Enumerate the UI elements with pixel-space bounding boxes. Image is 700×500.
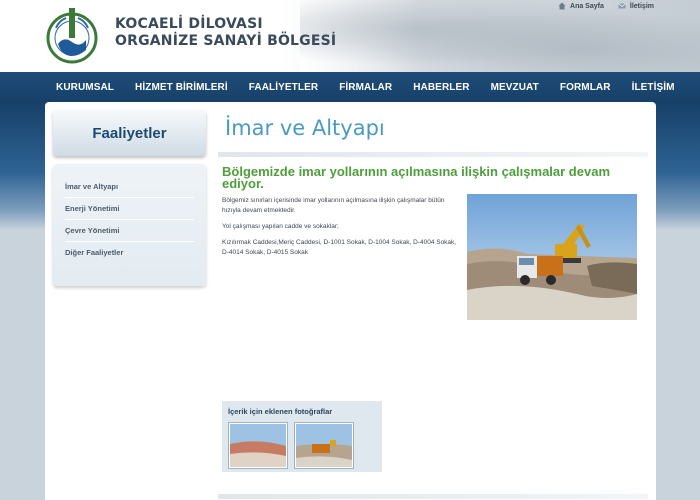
nav-item-iletisim[interactable]: İLETİŞİM	[632, 82, 675, 93]
nav-item-firmalar[interactable]: FİRMALAR	[339, 82, 392, 93]
sidebar-menu: İmar ve Altyapı Enerji Yönetimi Çevre Yö…	[53, 164, 206, 286]
brand-name[interactable]: KOCAELİ DİLOVASI ORGANİZE SANAYİ BÖLGESİ	[115, 16, 336, 50]
gallery-thumbnail[interactable]	[294, 422, 354, 469]
gallery-thumbnail[interactable]	[228, 422, 288, 469]
contact-link-label: İletişim	[629, 2, 654, 10]
article-paragraph: Kızılırmak Caddesi,Meriç Caddesi, D-1001…	[222, 239, 457, 256]
mail-icon	[618, 3, 626, 9]
article-body: Bölgemiz sınırları içerisinde imar yolla…	[222, 196, 457, 264]
home-link[interactable]: Ana Sayfa	[558, 2, 604, 10]
brand-line-2: ORGANİZE SANAYİ BÖLGESİ	[115, 33, 337, 49]
road-works-thumbnail-image	[230, 424, 286, 467]
sidebar-title: Faaliyetler	[92, 124, 167, 142]
gallery-title: İçerik için eklenen fotoğraflar	[228, 407, 333, 416]
nav-item-hizmet-birimleri[interactable]: HİZMET BİRİMLERİ	[135, 82, 228, 93]
nav-item-mevzuat[interactable]: MEVZUAT	[491, 82, 539, 93]
osb-logo[interactable]	[44, 6, 100, 66]
nav-item-faaliyetler[interactable]: FAALİYETLER	[249, 82, 318, 93]
header-aerial-photo	[300, 0, 700, 72]
bottom-divider	[218, 494, 648, 499]
nav-item-haberler[interactable]: HABERLER	[413, 82, 469, 93]
top-links: Ana Sayfa İletişim	[558, 2, 654, 10]
site-header: KOCAELİ DİLOVASI ORGANİZE SANAYİ BÖLGESİ…	[0, 0, 700, 72]
brand-line-1: KOCAELİ DİLOVASI	[115, 16, 263, 32]
home-link-label: Ana Sayfa	[570, 2, 604, 10]
sidebar-item-cevre-yonetimi[interactable]: Çevre Yönetimi	[65, 220, 194, 242]
article-paragraph: Yol çalışması yapılan cadde ve sokaklar;	[222, 223, 339, 230]
excavator-truck-image	[467, 194, 637, 320]
main-nav: KURUMSAL HİZMET BİRİMLERİ FAALİYETLER Fİ…	[0, 72, 700, 102]
title-divider	[218, 152, 648, 157]
contact-link[interactable]: İletişim	[618, 2, 654, 10]
truck-thumbnail-image	[296, 424, 352, 467]
photo-gallery: İçerik için eklenen fotoğraflar	[222, 401, 382, 472]
home-icon	[558, 2, 566, 10]
article-photo[interactable]	[467, 194, 637, 320]
article-paragraph: Bölgemiz sınırları içerisinde imar yolla…	[222, 197, 445, 214]
nav-item-kurumsal[interactable]: KURUMSAL	[56, 82, 114, 93]
sidebar-item-enerji-yonetimi[interactable]: Enerji Yönetimi	[65, 198, 194, 220]
page-title: İmar ve Altyapı	[225, 116, 385, 140]
sidebar-item-imar-ve-altyapi[interactable]: İmar ve Altyapı	[65, 176, 194, 198]
sidebar-item-diger-faaliyetler[interactable]: Diğer Faaliyetler	[65, 242, 194, 264]
article-headline: Bölgemizde imar yollarının açılmasına il…	[222, 164, 611, 191]
sidebar-title-box: Faaliyetler	[53, 110, 206, 156]
nav-item-formlar[interactable]: FORMLAR	[560, 82, 611, 93]
